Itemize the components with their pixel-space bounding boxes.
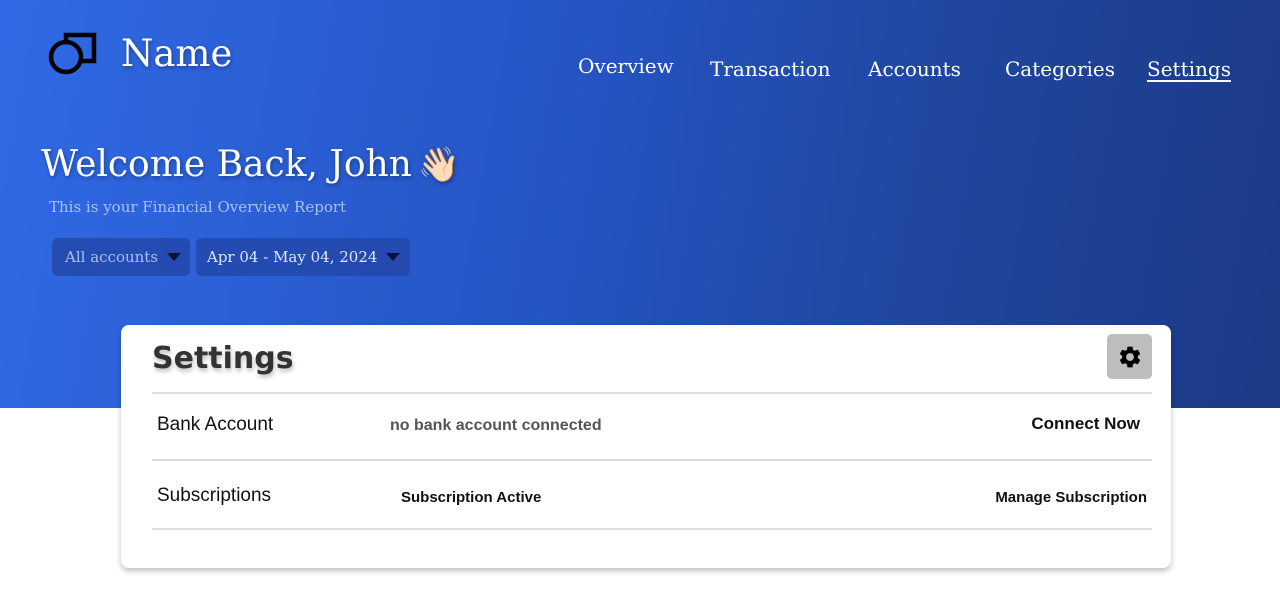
divider bbox=[152, 459, 1152, 461]
page-subtitle: This is your Financial Overview Report bbox=[49, 198, 347, 216]
divider bbox=[152, 392, 1152, 394]
waving-hand-icon: 👋🏻 bbox=[417, 145, 461, 185]
account-filter-dropdown[interactable]: All accounts bbox=[52, 238, 190, 276]
nav-categories[interactable]: Categories bbox=[1005, 57, 1115, 81]
manage-subscription-button[interactable]: Manage Subscription bbox=[995, 489, 1147, 506]
nav-settings[interactable]: Settings bbox=[1147, 57, 1231, 81]
welcome-text: Welcome Back, John bbox=[41, 144, 412, 185]
nav-overview[interactable]: Overview bbox=[578, 54, 674, 78]
nav-transaction[interactable]: Transaction bbox=[710, 57, 830, 81]
welcome-heading: Welcome Back, John 👋🏻 bbox=[41, 144, 460, 185]
account-filter-label: All accounts bbox=[65, 248, 159, 266]
caret-down-icon bbox=[167, 253, 182, 261]
bank-account-status: no bank account connected bbox=[390, 417, 602, 434]
gear-icon bbox=[1119, 346, 1140, 367]
nav-accounts[interactable]: Accounts bbox=[868, 57, 961, 81]
date-range-dropdown[interactable]: Apr 04 - May 04, 2024 bbox=[196, 238, 410, 276]
subscription-status: Subscription Active bbox=[401, 489, 542, 506]
connect-now-button[interactable]: Connect Now bbox=[1031, 414, 1140, 434]
caret-down-icon bbox=[386, 253, 401, 261]
settings-gear-button[interactable] bbox=[1107, 334, 1152, 379]
brand-name[interactable]: Name bbox=[121, 32, 232, 75]
settings-title: Settings bbox=[152, 341, 294, 376]
settings-card: Settings Bank Account no bank account co… bbox=[121, 325, 1171, 568]
shapes-logo-icon bbox=[48, 32, 97, 75]
divider bbox=[152, 528, 1152, 530]
bank-account-label: Bank Account bbox=[157, 414, 274, 435]
date-range-label: Apr 04 - May 04, 2024 bbox=[207, 248, 378, 266]
subscriptions-label: Subscriptions bbox=[157, 485, 272, 506]
